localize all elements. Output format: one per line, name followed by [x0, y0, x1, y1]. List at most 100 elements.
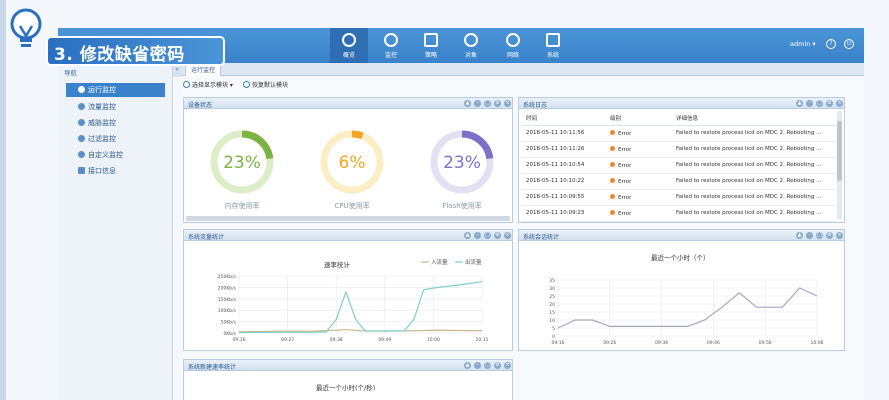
panel-close-icon[interactable]: ×	[836, 232, 843, 239]
log-detail: Failed to restore process licd on MDC 2.…	[672, 173, 836, 190]
help-icon[interactable]: ?	[826, 39, 836, 49]
log-time: 2018-05-11 10:09:23	[522, 205, 606, 222]
eye-icon	[183, 81, 190, 88]
location-icon	[78, 135, 85, 142]
sidebar-item-label: 运行监控	[88, 86, 116, 94]
table-row[interactable]: 2018-05-11 10:10:54 Error Failed to restor…	[522, 157, 836, 174]
panel-minimize-icon[interactable]: –	[474, 100, 481, 107]
nav-item-objects[interactable]: 对象	[452, 28, 490, 63]
log-detail: Failed to restore process licd on MDC 2.…	[672, 205, 836, 222]
sidebar-item-label: 自定义监控	[88, 151, 123, 159]
panel-settings-icon[interactable]: ⚙	[494, 362, 501, 369]
nav-item-policy[interactable]: 策略	[412, 28, 450, 63]
log-detail: Failed to restore process licd on MDC 2.…	[672, 189, 836, 206]
error-dot-icon	[610, 129, 615, 135]
chart-title: 最近一个小时(个/秒)	[316, 384, 376, 392]
log-detail: Failed to restore process licd on MDC 2.…	[672, 125, 836, 142]
log-time: 2018-05-11 10:11:26	[522, 141, 606, 158]
panel-title: 系统新建速率统计	[188, 364, 237, 371]
sidebar-item-run-monitor[interactable]: 运行监控	[66, 83, 165, 97]
power-icon[interactable]: ⏻	[844, 39, 854, 49]
horizontal-scrollbar[interactable]	[186, 216, 510, 221]
log-time: 2018-05-11 10:10:54	[522, 157, 606, 174]
panel-up-icon[interactable]: ▲	[796, 100, 803, 107]
nav-item-system[interactable]: 系统	[534, 28, 572, 63]
y-tick-label: 50Kb/s	[221, 320, 237, 326]
gauge-label: Flash使用率	[442, 201, 481, 210]
error-dot-icon	[610, 209, 615, 215]
monitor-icon	[384, 33, 398, 47]
panel-up-icon[interactable]: ▲	[464, 362, 471, 369]
panel-close-icon[interactable]: ×	[504, 100, 511, 107]
sidebar-collapse-button[interactable]: «	[173, 63, 181, 77]
y-tick-label: 20	[549, 302, 555, 308]
panel-header: 设备状态 ▲ – □ ⚙ ×	[184, 98, 512, 109]
panel-title: 系统流量统计	[188, 234, 225, 241]
table-row[interactable]: 2018-05-11 10:11:56 Error Failed to restor…	[522, 125, 836, 142]
table-row[interactable]: 2018-05-11 10:09:23 Error Failed to restor…	[522, 205, 836, 222]
panel-minimize-icon[interactable]: –	[806, 232, 813, 239]
scrollbar-thumb[interactable]	[837, 121, 842, 181]
sidebar-item-interface-info[interactable]: 接口信息	[78, 164, 171, 178]
column-header-level: 级别	[606, 111, 672, 126]
gauge-value: 23%	[223, 153, 261, 173]
panel-settings-icon[interactable]: ⚙	[494, 232, 501, 239]
gauge-label: CPU使用率	[334, 201, 369, 210]
y-tick-label: 200Kb/s	[218, 285, 237, 291]
sidebar-item-label: 流量监控	[88, 103, 116, 111]
sidebar-item-custom-monitor[interactable]: 自定义监控	[78, 148, 171, 162]
x-tick-label: 09:49	[378, 337, 391, 343]
vertical-scrollbar[interactable]	[837, 111, 842, 219]
display-icon	[546, 33, 560, 47]
gauge-value: 6%	[339, 153, 366, 173]
sidebar-item-threat-monitor[interactable]: 威胁监控	[78, 116, 171, 130]
panel-up-icon[interactable]: ▲	[464, 100, 471, 107]
nav-item-network[interactable]: 网络	[494, 28, 532, 63]
panel-settings-icon[interactable]: ⚙	[826, 232, 833, 239]
panel-close-icon[interactable]: ×	[504, 232, 511, 239]
nav-label: 策略	[424, 52, 437, 59]
legend-label: 出流量	[465, 258, 482, 266]
panel-minimize-icon[interactable]: –	[474, 232, 481, 239]
log-time: 2018-05-11 10:09:55	[522, 189, 606, 206]
globe-icon	[506, 33, 520, 47]
y-tick-label: 150Kb/s	[218, 297, 237, 303]
table-row[interactable]: 2018-05-11 10:09:55 Error Failed to restor…	[522, 189, 836, 206]
panel-minimize-icon[interactable]: –	[806, 100, 813, 107]
tab-run-monitor[interactable]: 运行监控	[185, 65, 222, 76]
error-dot-icon	[610, 145, 615, 151]
select-modules-button[interactable]: 选择显示模块 ▾	[183, 80, 233, 89]
table-row[interactable]: 2018-05-11 10:11:26 Error Failed to restor…	[522, 141, 836, 158]
traffic-stats-panel: 系统流量统计 ▲ – □ ⚙ × 速率统计 250Kb/s 200Kb/s 150K…	[183, 229, 513, 351]
nav-item-monitor[interactable]: 监控	[372, 28, 410, 63]
y-tick-label: 25	[549, 294, 555, 300]
sidebar-item-filter-monitor[interactable]: 过滤监控	[78, 132, 171, 146]
series-line	[238, 328, 483, 333]
panel-settings-icon[interactable]: ⚙	[826, 100, 833, 107]
log-table: 时间 级别 详细信息 2018-05-11 10:11:56 Error Faile…	[522, 111, 836, 222]
user-menu[interactable]: admin ▾	[790, 40, 816, 48]
table-row[interactable]: 2018-05-11 10:10:22 Error Failed to restor…	[522, 173, 836, 190]
toolbar: 选择显示模块 ▾ 恢复默认模块	[181, 77, 864, 91]
panel-maximize-icon[interactable]: □	[816, 100, 823, 107]
y-tick-label: 0Kb/s	[223, 331, 236, 337]
traffic-chart: 250Kb/s200Kb/s150Kb/s100Kb/s50Kb/s0Kb/s0…	[218, 258, 489, 343]
y-tick-label: 35	[549, 278, 555, 284]
panel-settings-icon[interactable]: ⚙	[494, 100, 501, 107]
panel-up-icon[interactable]: ▲	[464, 232, 471, 239]
panel-close-icon[interactable]: ×	[836, 100, 843, 107]
panel-maximize-icon[interactable]: □	[484, 232, 491, 239]
nav-item-overview[interactable]: 概览	[330, 28, 368, 63]
panel-close-icon[interactable]: ×	[504, 362, 511, 369]
sidebar-item-traffic-monitor[interactable]: 流量监控	[78, 100, 171, 114]
restore-default-button[interactable]: 恢复默认模块	[243, 80, 288, 89]
panel-up-icon[interactable]: ▲	[796, 232, 803, 239]
panel-maximize-icon[interactable]: □	[484, 362, 491, 369]
panel-title: 设备状态	[188, 102, 213, 109]
panel-maximize-icon[interactable]: □	[484, 100, 491, 107]
panel-header: 系统新建速率统计 ▲ – □ ⚙ ×	[184, 360, 512, 371]
gauge-area: 23% 内存使用率 6% CPU使用率 23% Flash使用率	[210, 130, 494, 210]
panel-maximize-icon[interactable]: □	[816, 232, 823, 239]
panel-minimize-icon[interactable]: –	[474, 362, 481, 369]
system-log-panel: 系统日志 ▲ – □ ⚙ × 时间 级别 详细信息 2018-05-11 10:…	[518, 97, 845, 223]
